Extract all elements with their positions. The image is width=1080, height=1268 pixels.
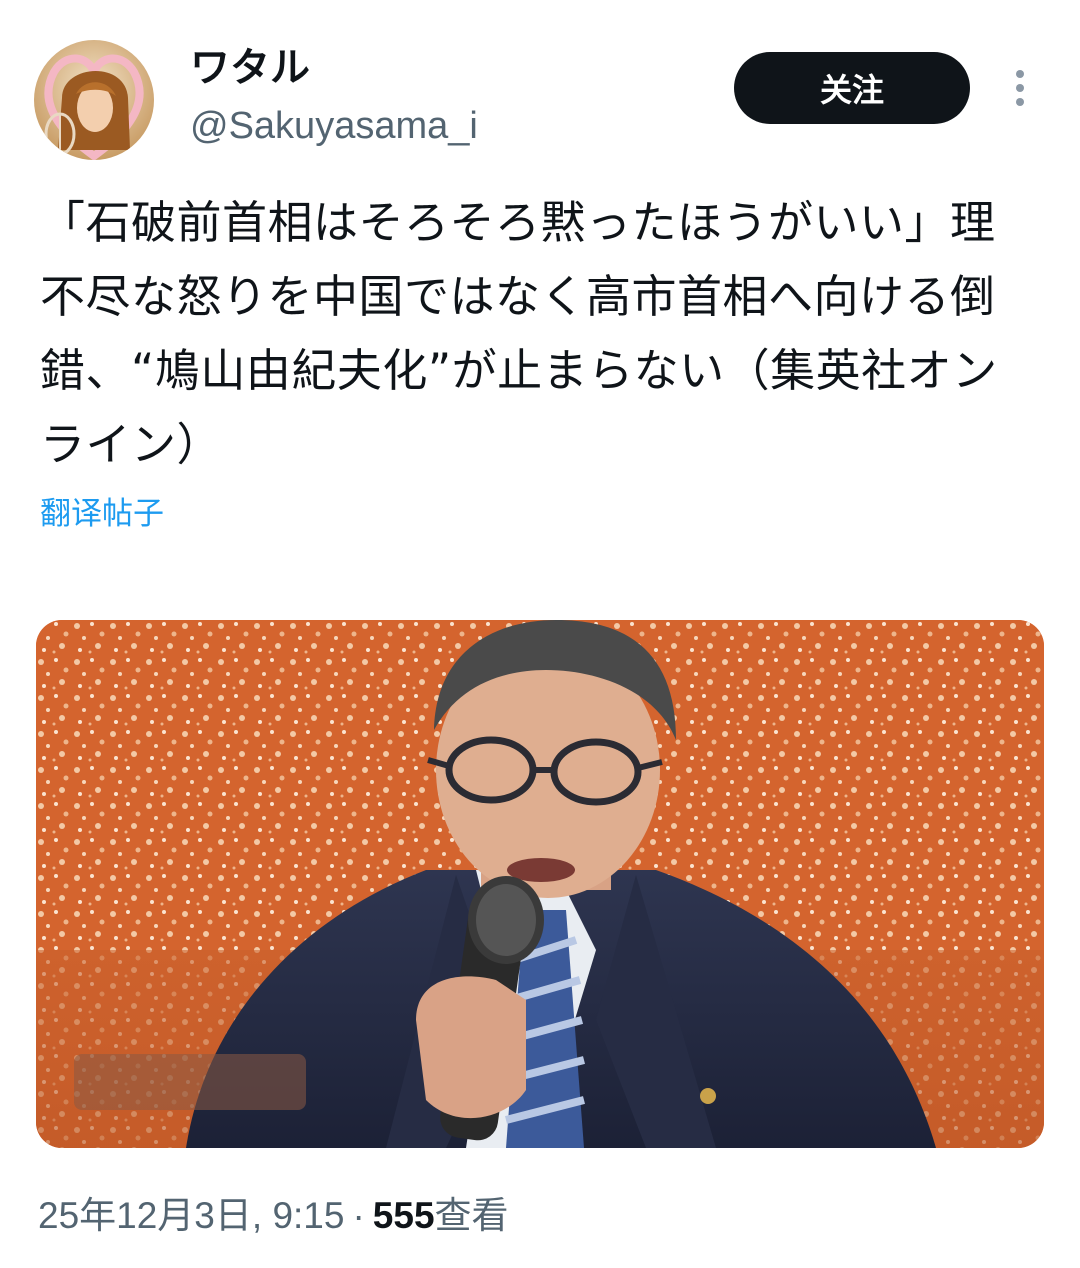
display-name[interactable]: ワタル <box>190 40 310 96</box>
follow-button[interactable]: 关注 <box>734 52 970 124</box>
more-dot <box>1016 84 1024 92</box>
views-label: 查看 <box>434 1195 509 1236</box>
more-dot <box>1016 70 1024 78</box>
translate-post-link[interactable]: 翻译帖子 <box>40 492 164 536</box>
tweet-meta: 25年12月3日, 9:15 · 555查看 <box>38 1190 509 1242</box>
avatar[interactable] <box>32 38 156 162</box>
user-avatar-photo-icon <box>34 40 154 160</box>
views-count[interactable]: 555 <box>373 1195 435 1236</box>
tweet-text: 「石破前首相はそろそろ黙ったほうがいい」理不尽な怒りを中国ではなく高市首相へ向け… <box>40 196 998 471</box>
photo-of-man-speaking-into-microphone-icon <box>36 620 1044 1148</box>
tweet-timestamp[interactable]: 25年12月3日, 9:15 <box>38 1195 344 1236</box>
user-handle[interactable]: @Sakuyasama_i <box>190 100 478 152</box>
meta-separator: · <box>352 1195 365 1236</box>
more-options-icon[interactable] <box>1000 60 1040 116</box>
tweet-media-image[interactable] <box>36 620 1044 1148</box>
more-dot <box>1016 98 1024 106</box>
